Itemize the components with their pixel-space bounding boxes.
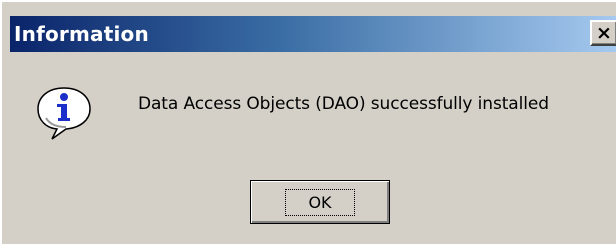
dialog-title: Information bbox=[14, 22, 149, 46]
close-icon: × bbox=[596, 21, 612, 44]
ok-button[interactable]: OK bbox=[250, 180, 390, 224]
ok-button-label: OK bbox=[285, 188, 355, 216]
information-icon bbox=[37, 87, 91, 140]
dialog-message: Data Access Objects (DAO) successfully i… bbox=[138, 94, 549, 114]
information-dialog: Information × Data Access Objects (DAO) … bbox=[0, 0, 616, 244]
title-bar[interactable]: Information × bbox=[10, 16, 616, 52]
close-button[interactable]: × bbox=[590, 20, 616, 46]
